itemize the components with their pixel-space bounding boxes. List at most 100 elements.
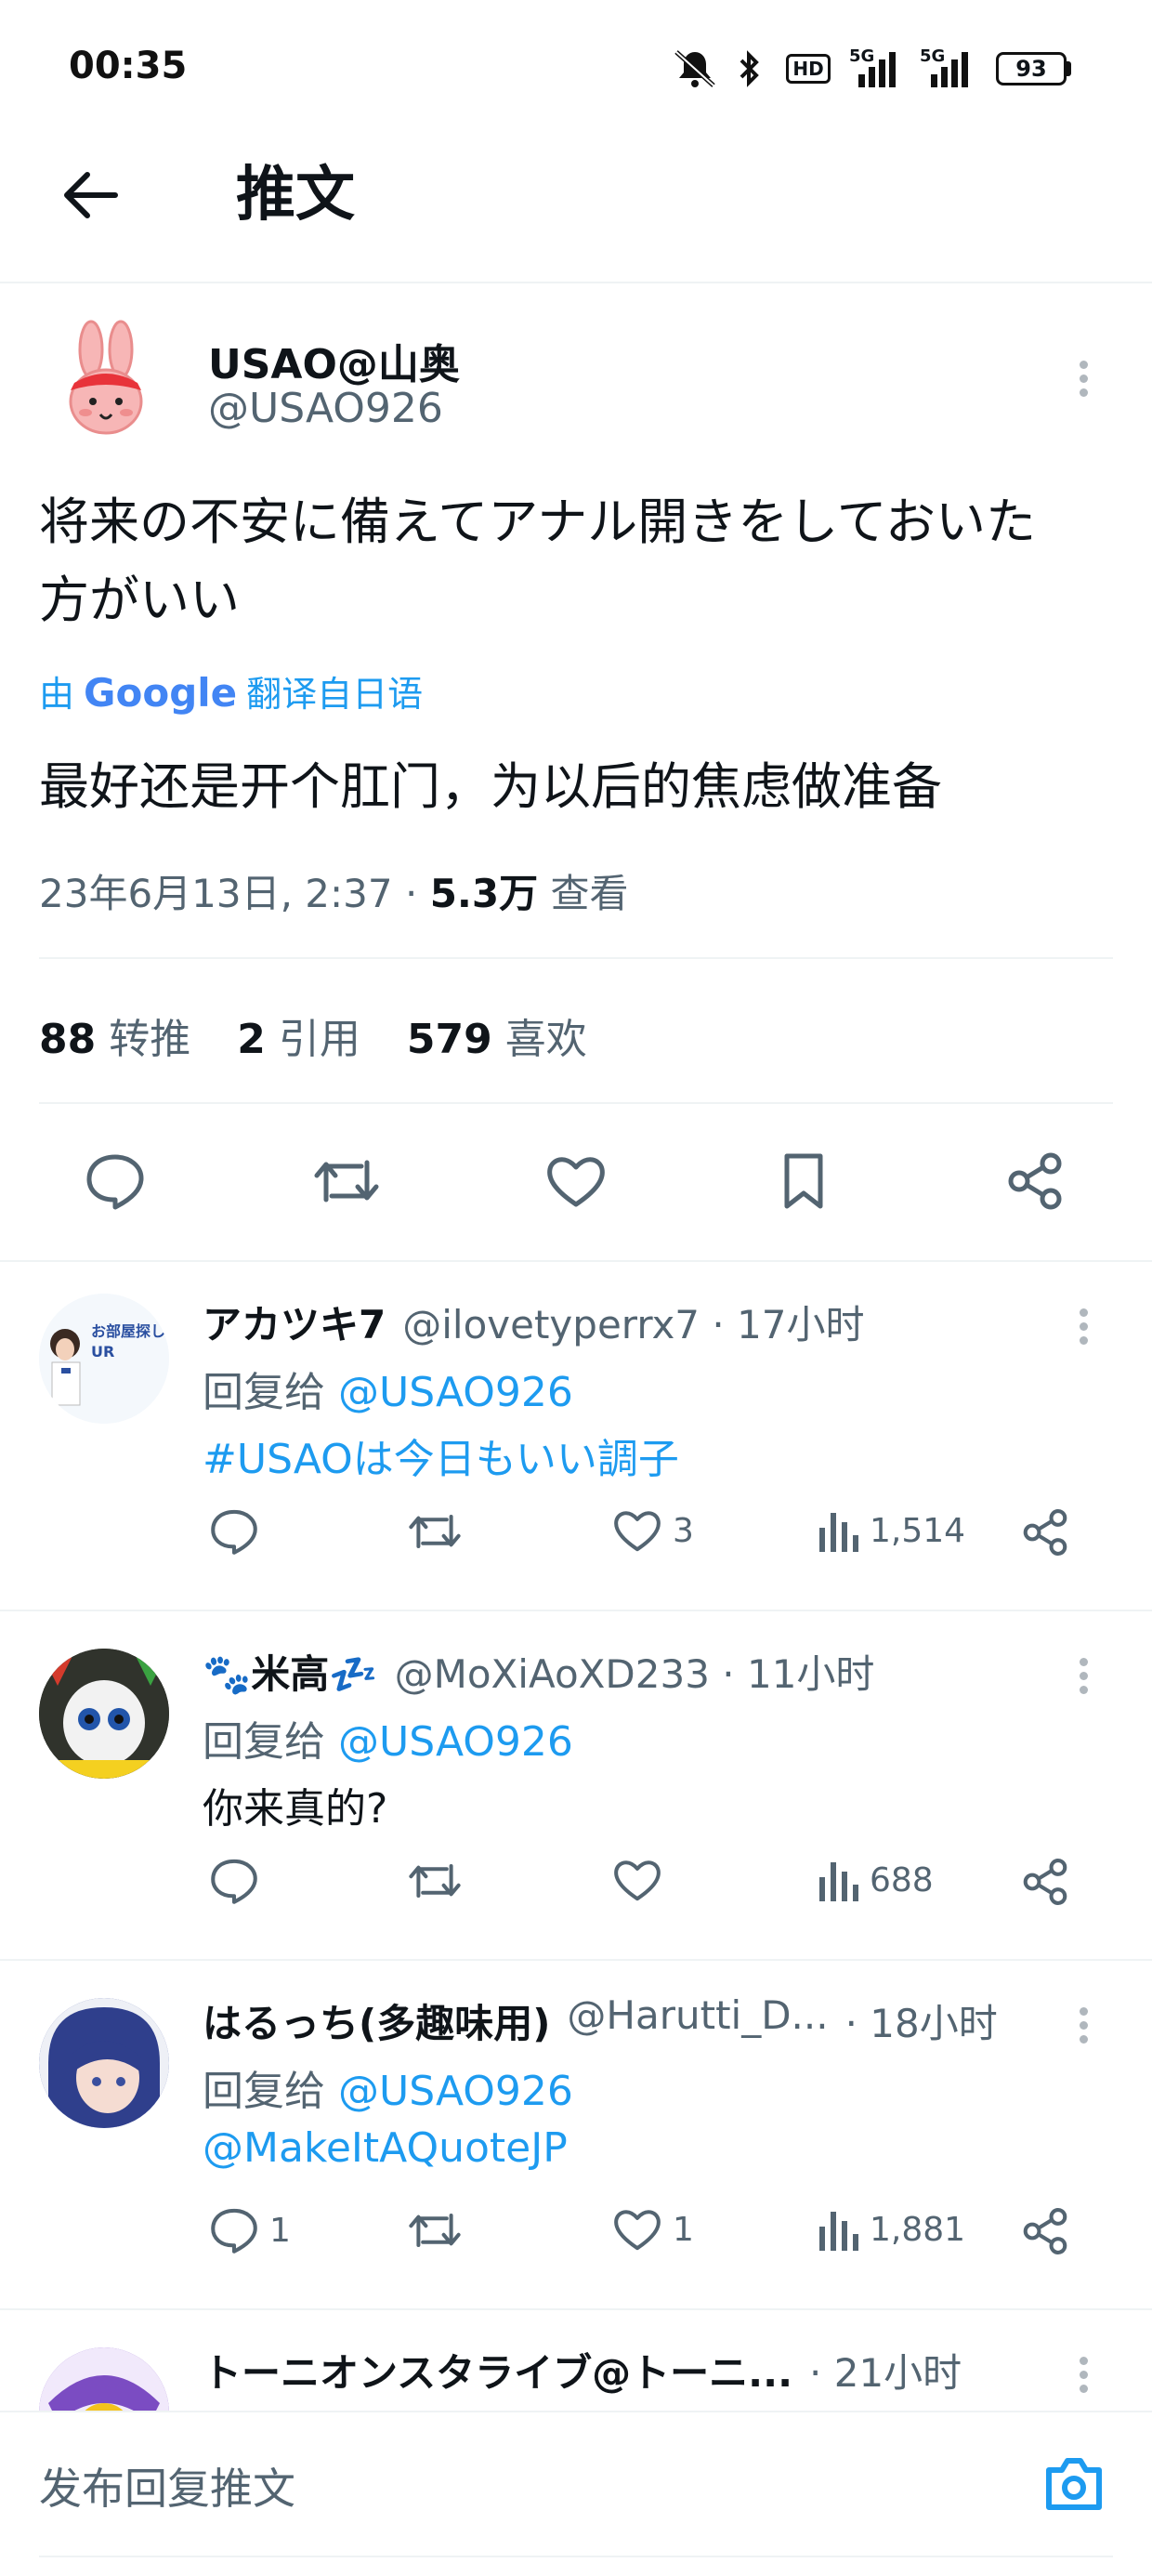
compose-bar: 发布回复推文 (0, 2411, 1152, 2576)
hd-badge: HD (786, 54, 831, 84)
likes-stat[interactable]: 579 喜欢 (407, 1005, 587, 1065)
reply-to-link[interactable]: @USAO926 (338, 1369, 573, 1416)
reply-icon[interactable] (78, 1149, 152, 1214)
share-button[interactable] (1020, 1507, 1070, 1557)
reply-avatar[interactable]: お部屋探し UR (39, 1294, 169, 1424)
views-button[interactable]: 688 (816, 1857, 934, 1903)
camera-icon[interactable] (1037, 2446, 1111, 2520)
more-options-icon[interactable] (1080, 2002, 1091, 2049)
views-icon (819, 1513, 858, 1552)
reply-text: 你来真的? (203, 1785, 388, 1833)
reply-header: 🐾米高💤 @MoXiAoXD233 · 11小时 (203, 1643, 874, 1700)
reply-to-line: 回复给 @USAO926 (203, 2057, 573, 2117)
reply-author-handle[interactable]: @ilovetyperrx7 · 17小时 (402, 1294, 864, 1350)
battery-tip (1067, 61, 1071, 76)
tweet-timestamp: 23年6月13日, 2:37 · 5.3万 查看 (39, 862, 628, 919)
reply-author-handle[interactable]: @Harutti_D... (567, 1992, 828, 2049)
reply-header: はるっち(多趣味用) @Harutti_D... · 18小时 (203, 1992, 1039, 2049)
tweet-stats: 88 转推 2 引用 579 喜欢 (39, 1005, 587, 1065)
tweet-author-name[interactable]: USAO@山奥 (208, 331, 460, 390)
reply-item[interactable]: お部屋探し UR アカツキ7 @ilovetyperrx7 · 17小时 回复给… (0, 1262, 1152, 1610)
like-icon (614, 1511, 661, 1552)
mute-icon (669, 48, 721, 89)
reply-actions: 3 1,514 (203, 1507, 1094, 1563)
retweet-icon (409, 2214, 461, 2247)
views-count: 1,514 (870, 1511, 966, 1550)
reply-avatar[interactable] (39, 2347, 169, 2412)
tweet-text-line: 将来の不安に備えてアナル開きをしておいた (39, 493, 1036, 551)
reply-to-link[interactable]: @USAO926 (338, 2068, 573, 2115)
signal-1-icon: 5G (849, 46, 905, 87)
reply-prefix: 回复给 (203, 2068, 325, 2115)
reply-time: · 18小时 (844, 2001, 998, 2046)
views-count: 5.3万 (429, 871, 539, 916)
timestamp-text: 23年6月13日, 2:37 · (39, 871, 430, 916)
retweet-button[interactable] (405, 2206, 465, 2254)
tweet-translation: 最好还是开个肛门，为以后的焦虑做准备 (39, 757, 942, 816)
retweets-stat[interactable]: 88 转推 (39, 1005, 190, 1065)
bookmark-icon[interactable] (771, 1149, 836, 1214)
views-button[interactable]: 1,881 (816, 2206, 965, 2253)
share-button[interactable] (1020, 1857, 1070, 1907)
status-bar: 00:35 HD 5G 5G 93 (0, 0, 1152, 130)
reply-avatar-text: お部屋探し UR (91, 1322, 166, 1360)
quotes-stat[interactable]: 2 引用 (237, 1005, 360, 1065)
views-count: 688 (870, 1860, 934, 1899)
views-button[interactable]: 1,514 (816, 1507, 965, 1554)
reply-item[interactable]: はるっち(多趣味用) @Harutti_D... · 18小时 回复给 @USA… (0, 1961, 1152, 2308)
reply-item[interactable]: トーニオンスタライブ@トーニ... · 21小时 (0, 2310, 1152, 2412)
bluetooth-icon (736, 48, 764, 89)
reply-icon (211, 2208, 257, 2254)
retweet-button[interactable] (405, 1857, 465, 1905)
reply-text[interactable]: @MakeItAQuoteJP (203, 2124, 568, 2172)
reply-button[interactable] (208, 1857, 269, 1905)
share-icon (1023, 1509, 1067, 1556)
reply-avatar[interactable] (39, 1649, 169, 1779)
reply-author-name[interactable]: 🐾米高💤 (203, 1643, 378, 1700)
like-button[interactable] (611, 1857, 673, 1903)
reply-item[interactable]: 🐾米高💤 @MoXiAoXD233 · 11小时 回复给 @USAO926 你来… (0, 1611, 1152, 1959)
reply-icon (211, 1509, 257, 1555)
tweet-text-line: 方がいい (39, 571, 240, 629)
retweet-icon (409, 1515, 461, 1548)
tweet-author-avatar[interactable] (41, 318, 171, 448)
more-options-icon[interactable] (1080, 1303, 1091, 1350)
tweet-author-handle[interactable]: @USAO926 (208, 385, 443, 432)
retweet-button[interactable] (405, 1507, 465, 1556)
reply-button[interactable] (208, 1507, 269, 1556)
compose-bottom-line (39, 2556, 1113, 2557)
back-arrow-icon[interactable] (52, 158, 126, 232)
reply-button[interactable]: 1 (208, 2206, 291, 2254)
reply-author-name[interactable]: トーニオンスタライブ@トーニ... (203, 2342, 792, 2399)
reply-actions: 688 (203, 1857, 1094, 1912)
reply-author-name[interactable]: はるっち(多趣味用) (203, 1992, 550, 2049)
like-icon (614, 1860, 661, 1901)
retweet-icon[interactable] (307, 1149, 386, 1214)
stats-divider-bottom (39, 1102, 1113, 1104)
reply-to-link[interactable]: @USAO926 (338, 1718, 573, 1766)
reply-author-name[interactable]: アカツキ7 (203, 1294, 386, 1350)
like-icon (614, 2210, 661, 2251)
status-time: 00:35 (69, 45, 188, 87)
more-options-icon[interactable] (1080, 1652, 1091, 1700)
reply-author-handle[interactable]: @MoXiAoXD233 · 11小时 (395, 1643, 875, 1700)
header-divider (0, 282, 1152, 283)
like-button[interactable]: 1 (611, 2206, 694, 2253)
share-button[interactable] (1020, 2206, 1070, 2256)
tweet-text: 将来の不安に備えてアナル開きをしておいた 方がいい (39, 483, 1117, 639)
more-options-icon[interactable] (1080, 2351, 1091, 2399)
views-icon (819, 1862, 858, 1901)
views-label: 查看 (538, 871, 629, 916)
reply-avatar[interactable] (39, 1998, 169, 2128)
reply-time: · 21小时 (809, 2350, 962, 2396)
stats-divider-top (39, 957, 1113, 959)
like-icon[interactable] (539, 1149, 613, 1214)
more-options-icon[interactable] (1080, 355, 1091, 402)
translated-by[interactable]: 由 Google 翻译自日语 (39, 665, 423, 716)
compose-reply-input[interactable]: 发布回复推文 (39, 2455, 295, 2517)
reply-text[interactable]: #USAOは今日もいい調子 (203, 1426, 679, 1485)
reply-to-line: 回复给 @USAO926 (203, 1708, 573, 1768)
like-button[interactable]: 3 (611, 1507, 694, 1554)
share-icon[interactable] (1000, 1149, 1070, 1214)
reply-icon (211, 1859, 257, 1904)
